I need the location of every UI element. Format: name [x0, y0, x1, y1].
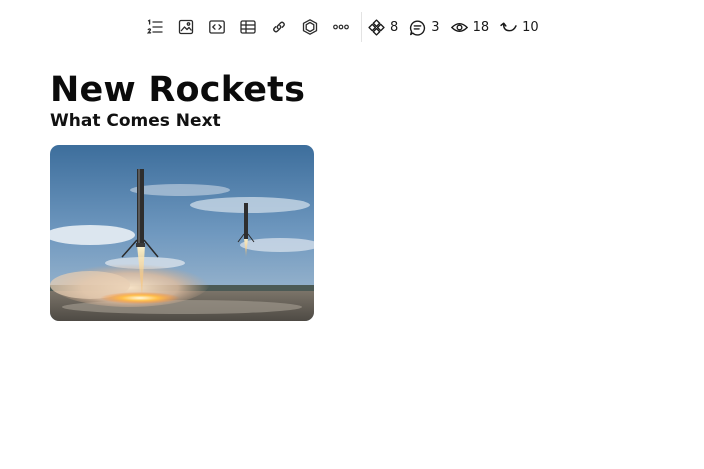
comments-count: 3 — [431, 19, 440, 35]
views-stat[interactable]: 18 — [450, 13, 490, 41]
table-button[interactable] — [232, 13, 263, 41]
cube-icon — [302, 19, 317, 35]
document-subtitle[interactable]: What Comes Next — [50, 111, 221, 131]
rocket-landing-image[interactable] — [50, 145, 314, 321]
comment-icon — [410, 20, 426, 36]
views-count: 18 — [472, 19, 490, 35]
code-block-icon — [208, 20, 225, 34]
ordered-list-icon — [146, 19, 163, 34]
image-icon — [178, 19, 193, 35]
component-button[interactable] — [294, 13, 325, 41]
versions-stat[interactable]: 10 — [500, 13, 539, 41]
versions-count: 10 — [522, 19, 539, 35]
history-icon — [500, 22, 517, 31]
components-count: 8 — [390, 19, 399, 35]
eye-icon — [450, 22, 468, 32]
comments-stat[interactable]: 3 — [409, 13, 440, 41]
document-title[interactable]: New Rockets — [50, 70, 305, 110]
components-icon — [368, 18, 385, 36]
link-icon — [272, 21, 285, 33]
more-icon — [332, 24, 349, 30]
insert-image-button[interactable] — [170, 13, 201, 41]
rocket-landing-photo — [50, 145, 314, 321]
components-stat[interactable]: 8 — [368, 13, 398, 41]
toolbar-divider — [361, 12, 362, 42]
more-button[interactable] — [325, 13, 356, 41]
ordered-list-button[interactable] — [139, 13, 170, 41]
editor-toolbar: 8 3 18 10 — [139, 12, 550, 42]
table-icon — [239, 20, 256, 34]
link-button[interactable] — [263, 13, 294, 41]
code-block-button[interactable] — [201, 13, 232, 41]
